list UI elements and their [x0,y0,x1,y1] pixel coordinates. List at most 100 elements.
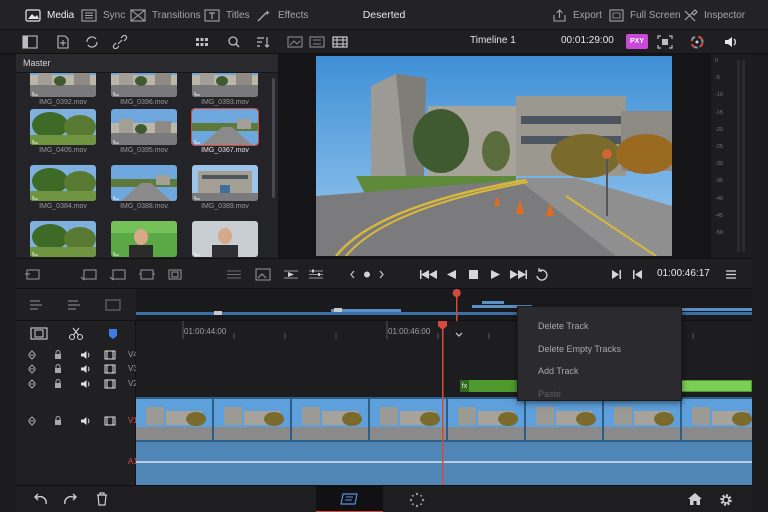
media-clip[interactable]: IMG_0389.mov [192,165,258,210]
menu-item-add-track[interactable]: Add Track [518,360,681,383]
track-height-icon[interactable] [28,298,46,312]
volume-icon[interactable] [723,35,739,49]
speaker-icon[interactable] [80,349,92,361]
clip-name: IMG_0384.mov [39,203,87,210]
audio-waveform-icon[interactable] [66,298,84,312]
media-clip[interactable] [30,221,96,258]
export-button[interactable]: Export [552,7,602,23]
menu-item-delete-track[interactable]: Delete Track [518,315,681,338]
media-clip[interactable]: IMG_0388.mov [111,165,177,210]
media-clip[interactable]: IMG_0367.mov [191,108,259,154]
proxy-badge[interactable]: PXY [626,34,648,49]
razor-icon[interactable] [30,327,48,340]
smart-insert-icon[interactable] [24,267,42,282]
tab-sync[interactable]: Sync [81,7,125,23]
place-on-top-icon[interactable] [166,267,184,282]
close-up-icon[interactable] [138,267,156,282]
media-pool-scrollbar[interactable] [272,78,275,198]
tab-effects[interactable]: Effects [256,7,308,23]
import-media-icon[interactable] [55,35,71,49]
fullscreen-button[interactable]: Full Screen [609,7,681,23]
link-icon[interactable] [112,35,128,49]
tab-transitions[interactable]: Transitions [130,7,201,23]
audio-sliders-icon[interactable] [307,267,325,282]
source-clip-icon[interactable] [287,35,303,49]
media-clip[interactable]: IMG_0396.mov [111,73,177,106]
redo-icon[interactable] [63,492,79,506]
sync-icon [81,8,97,22]
media-clip[interactable] [192,221,258,258]
blade-scissors-icon[interactable] [68,327,84,341]
fullscreen-label: Full Screen [630,9,681,21]
menu-item-delete-empty-tracks[interactable]: Delete Empty Tracks [518,338,681,361]
search-icon[interactable] [226,35,242,49]
append-icon[interactable] [80,267,98,282]
go-to-end-icon[interactable] [508,267,528,282]
next-edit-icon[interactable] [609,267,624,282]
timeline-viewer-icon[interactable] [309,35,325,49]
play-reverse-icon[interactable] [444,267,459,282]
color-wheel-icon[interactable] [689,35,705,49]
lock-icon[interactable] [52,363,64,375]
stop-icon[interactable] [466,267,481,282]
video-thumbnail-icon[interactable] [104,298,122,312]
clip-thumbnail [111,73,177,97]
meter-bar-left [737,60,740,252]
film-icon[interactable] [104,415,116,427]
film-icon[interactable] [104,378,116,390]
go-to-start-icon[interactable] [419,267,439,282]
split-view-icon[interactable] [225,267,243,282]
film-strip-icon[interactable] [332,35,348,49]
undo-icon[interactable] [32,492,48,506]
page-cut-button[interactable] [316,486,383,512]
right-margin [752,54,768,512]
track-resize-icon[interactable] [26,363,38,375]
image-overlay-icon[interactable] [254,267,272,282]
jog-control-icon[interactable] [349,267,385,282]
safe-area-icon[interactable] [657,35,673,49]
speaker-icon[interactable] [80,415,92,427]
menu-icon[interactable] [724,267,738,282]
timeline-selector[interactable]: Timeline 1 [470,35,516,46]
edit-page-icon[interactable] [409,492,425,508]
track-resize-icon[interactable] [26,349,38,361]
tab-media[interactable]: Media [25,7,74,23]
lock-icon[interactable] [52,349,64,361]
lock-icon[interactable] [52,378,64,390]
inspector-button[interactable]: Inspector [683,7,745,23]
clip-thumbnail [30,109,96,145]
settings-gear-icon[interactable] [718,492,734,508]
panel-toggle-icon[interactable] [22,35,38,49]
grid-view-icon[interactable] [194,35,210,49]
media-clip[interactable]: IMG_0392.mov [30,73,96,106]
speaker-icon[interactable] [80,363,92,375]
media-clip[interactable]: IMG_0393.mov [192,73,258,106]
marker-icon[interactable] [106,327,120,341]
media-pool-bin-header[interactable]: Master [16,54,278,73]
transport-bar: 01:00:46:17 [16,258,752,289]
ripple-overwrite-icon[interactable] [109,267,127,282]
mini-timeline-tools [16,289,136,321]
tab-titles[interactable]: Titles [204,7,250,23]
clip-name: IMG_0405.mov [39,147,87,154]
sync-clips-icon[interactable] [84,35,100,49]
home-icon[interactable] [687,492,703,506]
previous-edit-icon[interactable] [630,267,645,282]
media-clip[interactable]: IMG_0395.mov [111,109,177,154]
trash-icon[interactable] [95,492,109,506]
film-icon[interactable] [104,349,116,361]
speaker-icon[interactable] [80,378,92,390]
media-clip[interactable]: IMG_0405.mov [30,109,96,154]
media-clip[interactable]: IMG_0384.mov [30,165,96,210]
loop-icon[interactable] [534,267,551,282]
track-resize-icon[interactable] [26,415,38,427]
film-icon[interactable] [104,363,116,375]
media-clip[interactable] [111,221,177,258]
timeline-play-icon[interactable] [282,267,300,282]
track-resize-icon[interactable] [26,378,38,390]
clip-thumbnail [191,108,259,146]
sort-icon[interactable] [255,35,271,49]
play-icon[interactable] [488,267,503,282]
fx-badge[interactable]: fx [460,380,469,392]
lock-icon[interactable] [52,415,64,427]
